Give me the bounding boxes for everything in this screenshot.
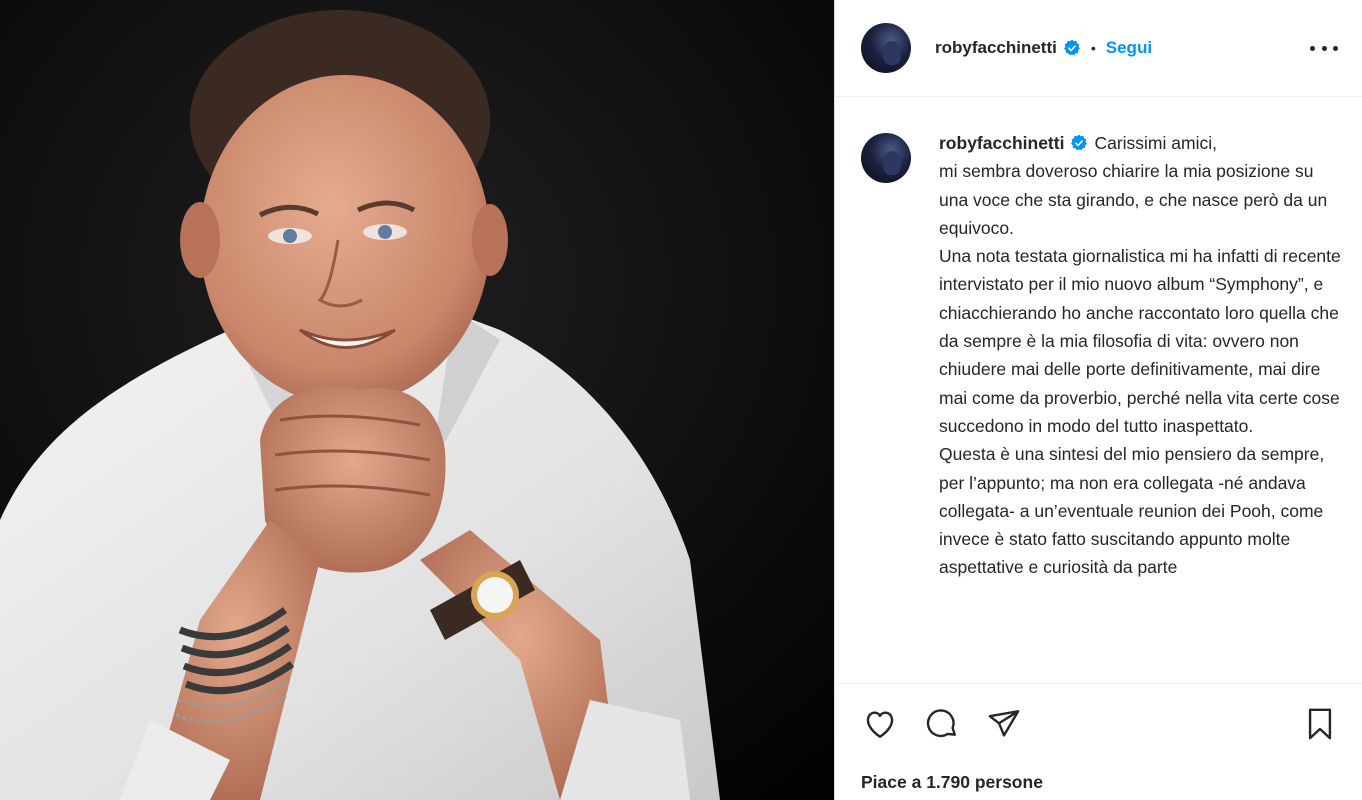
likes-count[interactable]: Piace a 1.790 persone — [861, 772, 1043, 793]
post-actions: Piace a 1.790 persone — [835, 683, 1362, 800]
follow-button[interactable]: Segui — [1106, 38, 1152, 58]
caption-text: Carissimi amici, mi sembra doveroso chia… — [939, 133, 1341, 578]
verified-badge-icon — [1063, 39, 1080, 56]
caption: robyfacchinetti Carissimi amici, mi semb… — [835, 97, 1362, 582]
comments-section[interactable]: robyfacchinetti Carissimi amici, mi semb… — [835, 97, 1362, 683]
post-photo[interactable] — [0, 0, 834, 800]
caption-verified-badge-icon — [1071, 134, 1088, 151]
header-separator: • — [1090, 40, 1096, 56]
post-header: robyfacchinetti • Segui — [835, 0, 1362, 97]
avatar[interactable] — [861, 23, 911, 73]
more-options-icon[interactable] — [1310, 38, 1338, 58]
share-icon[interactable] — [985, 705, 1023, 743]
post-side-panel: robyfacchinetti • Segui robyfacchinetti … — [834, 0, 1362, 800]
caption-avatar[interactable] — [861, 133, 911, 183]
caption-username[interactable]: robyfacchinetti — [939, 133, 1064, 153]
caption-body: robyfacchinetti Carissimi amici, mi semb… — [939, 129, 1343, 582]
bookmark-icon[interactable] — [1301, 705, 1339, 743]
action-buttons — [835, 684, 1362, 764]
heart-icon[interactable] — [861, 705, 899, 743]
comment-icon[interactable] — [923, 705, 961, 743]
post-dialog: robyfacchinetti • Segui robyfacchinetti … — [0, 0, 1362, 800]
header-username[interactable]: robyfacchinetti — [935, 38, 1057, 58]
portrait-image — [0, 0, 834, 800]
